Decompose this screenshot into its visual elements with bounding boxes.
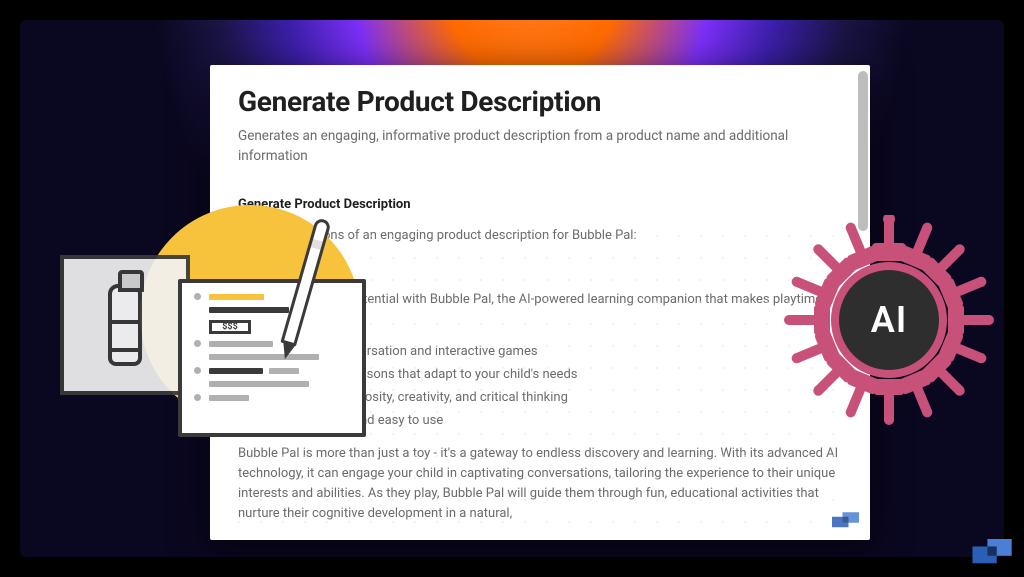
page-title: Generate Product Description [238, 85, 842, 118]
card-watermark-icon [832, 512, 862, 532]
ai-core-label: AI [839, 270, 939, 370]
page-subtitle: Generates an engaging, informative produ… [238, 126, 842, 167]
bottle-icon [108, 284, 142, 366]
product-illustration: $$$ [60, 205, 370, 505]
product-image-frame [60, 255, 190, 395]
ai-chip-badge: AI [784, 215, 994, 425]
price-tag: $$$ [209, 320, 251, 334]
scrollbar-thumb[interactable] [858, 71, 868, 231]
page-watermark-icon [972, 539, 1014, 567]
form-panel-illustration: $$$ [178, 279, 366, 437]
